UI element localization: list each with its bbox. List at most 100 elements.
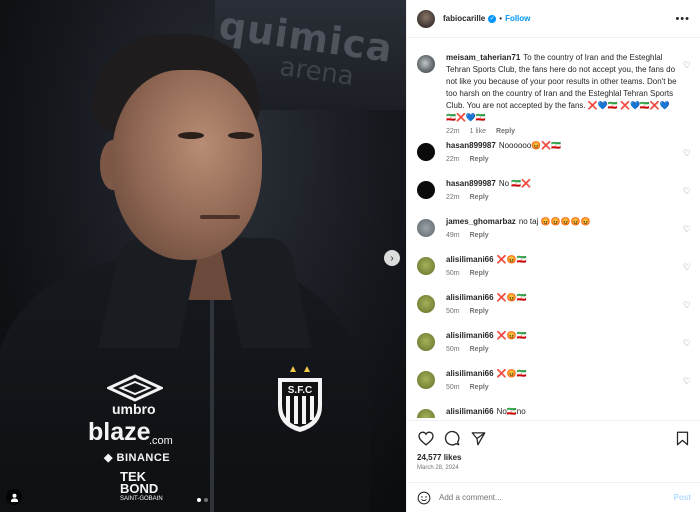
- share-button[interactable]: [469, 429, 487, 447]
- commenter-avatar[interactable]: [417, 257, 435, 275]
- comment-likes[interactable]: 1 like: [470, 128, 486, 135]
- reply-button[interactable]: Reply: [496, 128, 515, 135]
- commenter-avatar[interactable]: [417, 55, 435, 73]
- follow-button[interactable]: Follow: [505, 14, 530, 23]
- author-avatar[interactable]: [417, 9, 435, 28]
- paper-plane-icon: [471, 431, 485, 445]
- like-button[interactable]: [417, 429, 435, 447]
- comment-button[interactable]: [443, 429, 461, 447]
- jacket-zipper: [210, 300, 214, 512]
- sponsor-bond: BOND: [120, 481, 159, 496]
- comment-item: alisilimani66 No🇮🇷no: [417, 406, 691, 418]
- reply-button[interactable]: Reply: [470, 194, 489, 201]
- reply-button[interactable]: Reply: [470, 156, 489, 163]
- reply-button[interactable]: Reply: [470, 308, 489, 315]
- commenter-username[interactable]: alisilimani66: [446, 331, 494, 340]
- commenter-avatar[interactable]: [417, 371, 435, 389]
- post-comment-button[interactable]: Post: [674, 493, 691, 502]
- reply-button[interactable]: Reply: [470, 384, 489, 391]
- comment-time: 50m: [446, 270, 460, 277]
- commenter-username[interactable]: hasan899987: [446, 179, 496, 188]
- commenter-avatar[interactable]: [417, 181, 435, 199]
- author-username[interactable]: fabiocarille: [443, 14, 485, 23]
- comment-item: james_ghomarbaz no taj 😡😡😡😡😡 49m Reply ♡: [417, 216, 691, 239]
- sponsor-blaze-suffix: .com: [149, 435, 173, 447]
- commenter-avatar[interactable]: [417, 295, 435, 313]
- commenter-avatar[interactable]: [417, 409, 435, 418]
- post-side-panel: fabiocarille ✓ • Follow ••• meisam_taher…: [406, 0, 700, 512]
- comment-item: alisilimani66 ❌😡🇮🇷 50m Reply ♡: [417, 292, 691, 315]
- comment-composer: Post: [407, 482, 700, 512]
- face: [112, 70, 262, 260]
- comment-text: ❌😡🇮🇷: [496, 369, 527, 378]
- mouth: [200, 215, 240, 219]
- comment-item: hasan899987 Noooooo😡❌🇮🇷 22m Reply ♡: [417, 140, 691, 163]
- post-photo[interactable]: quimica arena umbro blaze .com ◆ BINANCE…: [0, 0, 406, 512]
- slide-indicator: [197, 498, 208, 502]
- commenter-username[interactable]: james_ghomarbaz: [446, 217, 516, 226]
- comment-text: Noooooo😡❌🇮🇷: [498, 141, 562, 150]
- commenter-avatar[interactable]: [417, 219, 435, 237]
- comment-text: ❌😡🇮🇷: [496, 331, 527, 340]
- comment-text: To the country of Iran and the Esteghlal…: [446, 53, 677, 122]
- sponsor-binance: ◆ BINANCE: [104, 452, 171, 464]
- commenter-username[interactable]: alisilimani66: [446, 369, 494, 378]
- reply-button[interactable]: Reply: [470, 270, 489, 277]
- club-crest-icon: S.F.C: [278, 366, 322, 432]
- post-date: March 28, 2024: [417, 465, 459, 471]
- comment-item: alisilimani66 ❌😡🇮🇷 50m Reply ♡: [417, 368, 691, 391]
- umbro-logo-icon: [107, 374, 163, 402]
- commenter-avatar[interactable]: [417, 143, 435, 161]
- comment-item: alisilimani66 ❌😡🇮🇷 50m Reply ♡: [417, 330, 691, 353]
- like-comment-icon[interactable]: ♡: [683, 60, 691, 71]
- like-comment-icon[interactable]: ♡: [683, 300, 691, 311]
- reply-button[interactable]: Reply: [470, 232, 489, 239]
- like-comment-icon[interactable]: ♡: [683, 224, 691, 235]
- more-options-icon[interactable]: •••: [675, 13, 690, 25]
- comment-time: 22m: [446, 128, 460, 135]
- comment-item: meisam_taherian71 To the country of Iran …: [417, 52, 691, 135]
- emoji-icon[interactable]: [417, 491, 431, 505]
- save-button[interactable]: [673, 429, 691, 447]
- sponsor-blaze: blaze: [88, 418, 151, 446]
- like-comment-icon[interactable]: ♡: [683, 338, 691, 349]
- comment-text: No 🇮🇷❌: [498, 179, 532, 188]
- like-comment-icon[interactable]: ♡: [683, 148, 691, 159]
- comment-text: No🇮🇷no: [496, 407, 526, 416]
- commenter-username[interactable]: alisilimani66: [446, 293, 494, 302]
- slide-dot-active: [197, 498, 201, 502]
- comment-text: no taj 😡😡😡😡😡: [518, 217, 591, 226]
- tagged-users-button[interactable]: [6, 489, 22, 505]
- heart-icon: [418, 430, 434, 446]
- commenter-username[interactable]: alisilimani66: [446, 407, 494, 416]
- like-comment-icon[interactable]: ♡: [683, 262, 691, 273]
- comment-item: hasan899987 No 🇮🇷❌ 22m Reply ♡: [417, 178, 691, 201]
- chevron-right-icon: ›: [390, 252, 394, 264]
- like-comment-icon[interactable]: ♡: [683, 376, 691, 387]
- commenter-username[interactable]: alisilimani66: [446, 255, 494, 264]
- slide-dot: [204, 498, 208, 502]
- like-comment-icon[interactable]: ♡: [683, 186, 691, 197]
- person-icon: [10, 493, 18, 502]
- commenter-username[interactable]: meisam_taherian71: [446, 53, 520, 62]
- comments-list[interactable]: meisam_taherian71 To the country of Iran …: [407, 44, 700, 418]
- reply-button[interactable]: Reply: [470, 346, 489, 353]
- post-actions: 24,577 likes March 28, 2024: [407, 420, 700, 480]
- comment-time: 50m: [446, 308, 460, 315]
- commenter-avatar[interactable]: [417, 333, 435, 351]
- next-slide-button[interactable]: ›: [384, 250, 400, 266]
- comment-time: 50m: [446, 346, 460, 353]
- comment-input[interactable]: [439, 493, 674, 502]
- comment-item: alisilimani66 ❌😡🇮🇷 50m Reply ♡: [417, 254, 691, 277]
- comment-text: ❌😡🇮🇷: [496, 255, 527, 264]
- comment-time: 50m: [446, 384, 460, 391]
- comment-time: 22m: [446, 194, 460, 201]
- verified-badge-icon: ✓: [488, 14, 497, 23]
- comment-time: 49m: [446, 232, 460, 239]
- commenter-username[interactable]: hasan899987: [446, 141, 496, 150]
- comment-text: ❌😡🇮🇷: [496, 293, 527, 302]
- eye-right: [228, 132, 254, 139]
- comment-bubble-icon: [444, 430, 460, 446]
- crest-text: S.F.C: [288, 385, 312, 396]
- likes-count[interactable]: 24,577 likes: [407, 447, 700, 462]
